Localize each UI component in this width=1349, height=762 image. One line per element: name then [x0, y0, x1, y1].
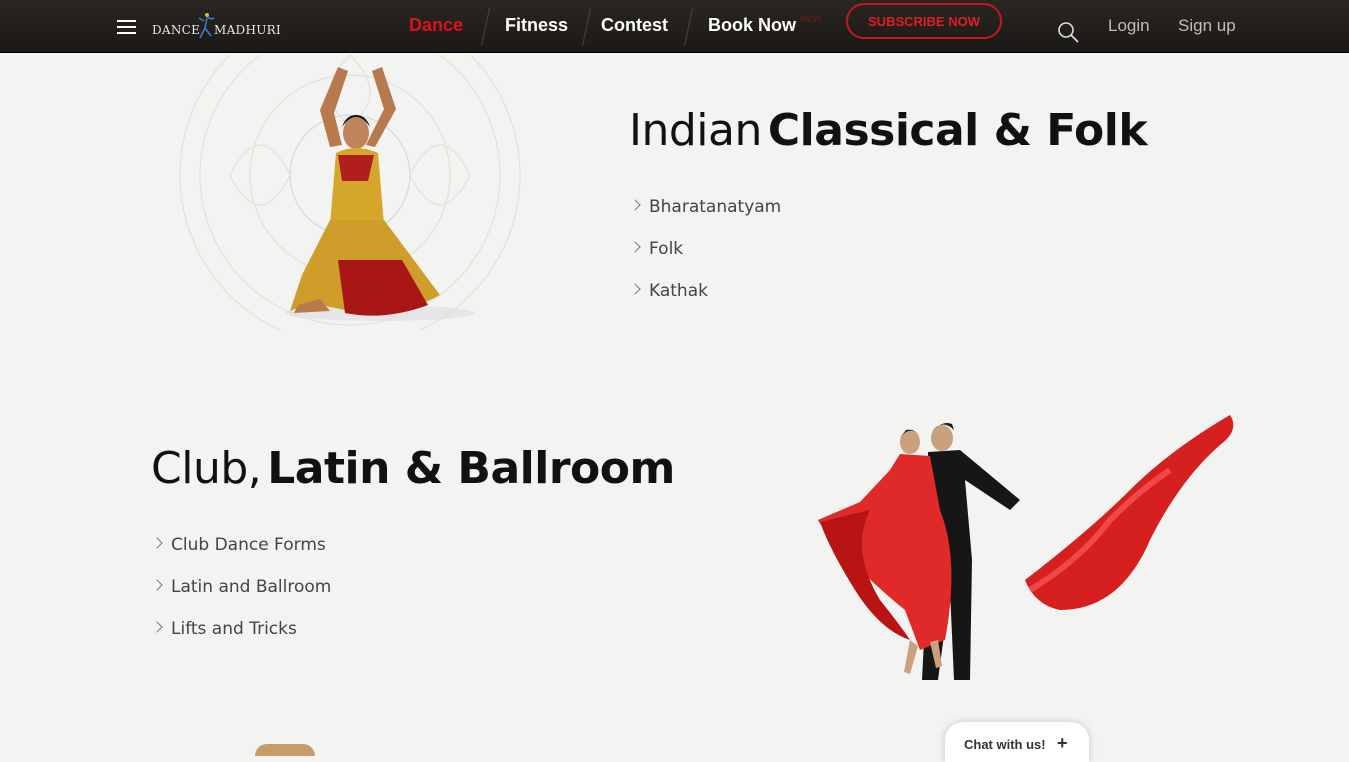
- nav-contest[interactable]: Contest: [601, 15, 668, 36]
- list-item[interactable]: Latin and Ballroom: [151, 575, 331, 617]
- list-item-label: Club Dance Forms: [171, 535, 326, 555]
- latin-dance-list: Club Dance Forms Latin and Ballroom Lift…: [151, 533, 331, 659]
- nav-divider: [581, 8, 592, 46]
- list-item[interactable]: Club Dance Forms: [151, 533, 331, 575]
- nav-divider: [480, 8, 491, 46]
- site-logo[interactable]: DANCE MADHURI: [152, 12, 282, 40]
- list-item[interactable]: Bharatanatyam: [629, 195, 781, 237]
- new-badge: NEW: [800, 14, 821, 24]
- next-section-image-peek: [255, 744, 315, 756]
- signup-link[interactable]: Sign up: [1178, 16, 1236, 36]
- list-item-label: Bharatanatyam: [649, 197, 782, 217]
- chevron-right-icon: [151, 621, 163, 633]
- list-item-label: Folk: [649, 239, 684, 259]
- list-item-label: Latin and Ballroom: [171, 577, 332, 597]
- chat-widget-button[interactable]: Chat with us! +: [945, 722, 1089, 762]
- title-light: Club,: [151, 443, 262, 494]
- top-navigation-bar: DANCE MADHURI Dance Fitness Contest Book…: [0, 0, 1349, 53]
- classical-dancer-image: [179, 55, 521, 330]
- nav-book-now[interactable]: Book Now: [708, 15, 796, 36]
- login-link[interactable]: Login: [1108, 16, 1150, 36]
- logo-text-dance: DANCE: [152, 23, 201, 37]
- chevron-right-icon: [151, 537, 163, 549]
- classical-dance-list: Bharatanatyam Folk Kathak: [629, 195, 781, 321]
- chat-label: Chat with us!: [964, 737, 1046, 752]
- list-item-label: Kathak: [649, 281, 708, 301]
- title-bold: Classical & Folk: [767, 105, 1148, 156]
- subscribe-now-button[interactable]: SUBSCRIBE NOW: [846, 3, 1002, 39]
- search-icon[interactable]: [1057, 21, 1079, 43]
- chevron-right-icon: [629, 283, 641, 295]
- nav-divider: [683, 8, 694, 46]
- list-item[interactable]: Lifts and Tricks: [151, 617, 331, 659]
- chevron-right-icon: [629, 199, 641, 211]
- title-light: Indian: [629, 105, 762, 156]
- list-item-label: Lifts and Tricks: [171, 619, 297, 639]
- nav-dance[interactable]: Dance: [409, 15, 463, 36]
- logo-text-madhuri: MADHURI: [214, 23, 282, 37]
- nav-fitness[interactable]: Fitness: [505, 15, 568, 36]
- section-title-classical: Indian Classical & Folk: [629, 105, 1148, 156]
- section-title-latin: Club, Latin & Ballroom: [151, 443, 675, 494]
- chevron-right-icon: [629, 241, 641, 253]
- menu-icon[interactable]: [117, 20, 136, 34]
- ballroom-couple-image: [818, 415, 1234, 680]
- list-item[interactable]: Kathak: [629, 279, 781, 321]
- title-bold: Latin & Ballroom: [267, 443, 675, 494]
- list-item[interactable]: Folk: [629, 237, 781, 279]
- chevron-right-icon: [151, 579, 163, 591]
